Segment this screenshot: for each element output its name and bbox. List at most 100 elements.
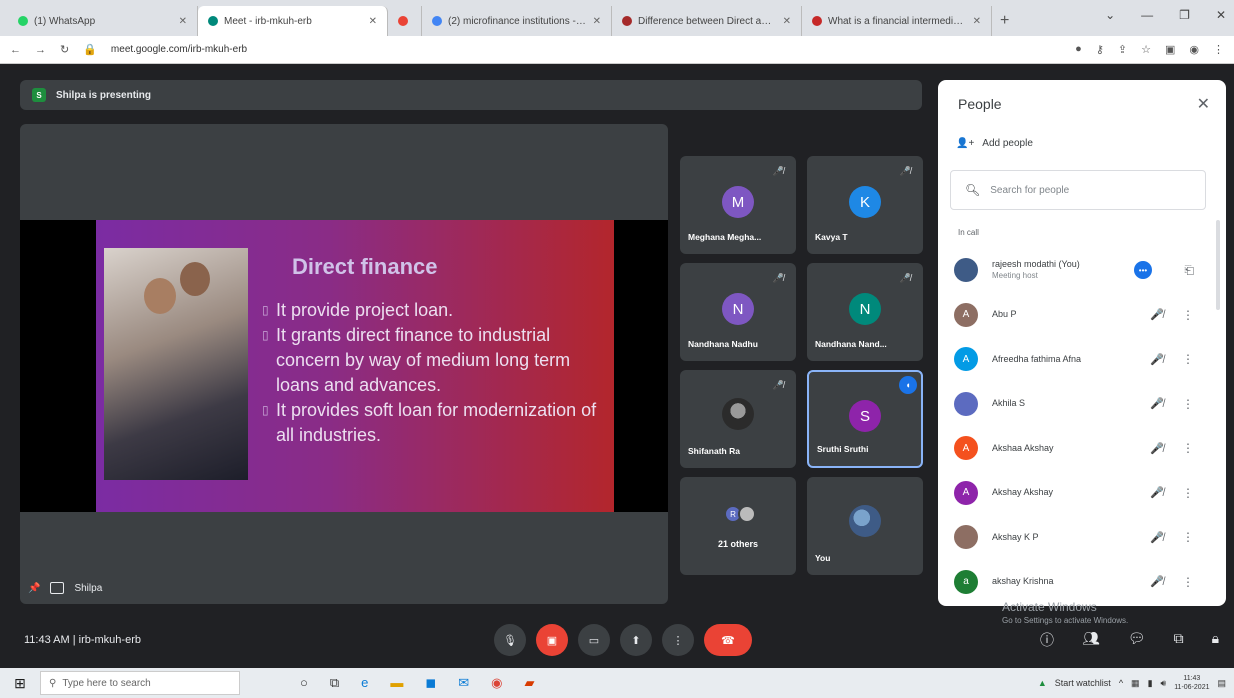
tab-strip: (1) WhatsApp ✕ Meet - irb-mkuh-erb ✕ (2) mic…: [8, 6, 992, 36]
forward-icon[interactable]: →: [35, 44, 46, 56]
participant-tile[interactable]: 🎤̸ K Kavya T: [807, 156, 923, 254]
notification-icon[interactable]: ▤: [1217, 678, 1226, 689]
file-explorer-icon[interactable]: ▬: [390, 675, 403, 691]
more-options-icon[interactable]: ⋮: [1182, 352, 1194, 366]
tab-favicon-icon: [622, 16, 632, 26]
menu-icon[interactable]: ⋮: [1213, 43, 1224, 56]
leave-call-button[interactable]: ☎: [704, 624, 752, 656]
people-list-item[interactable]: A Abu P 🎤̸ ⋮: [938, 293, 1226, 338]
people-list-item[interactable]: rajeesh modathi (You) Meeting host ••• ⎗: [938, 248, 1226, 293]
participant-tile[interactable]: 🎤̸ Shifanath Ra: [680, 370, 796, 468]
task-view-icon[interactable]: ⧉: [330, 675, 339, 691]
browser-tab[interactable]: Difference between Direct and I ✕: [612, 6, 802, 36]
tile-name: Sruthi Sruthi: [817, 444, 869, 454]
cortana-icon[interactable]: ○: [300, 675, 308, 691]
more-options-icon[interactable]: ⋮: [1182, 441, 1194, 455]
clock-time: 11:43: [1183, 675, 1201, 682]
chrome-icon[interactable]: ◉: [491, 675, 502, 691]
chat-icon[interactable]: 💬︎: [1128, 630, 1146, 650]
windows-start-icon[interactable]: ⊞: [0, 668, 40, 698]
info-icon[interactable]: ⓘ: [1040, 630, 1054, 650]
browser-tab[interactable]: What is a financial intermediary ✕: [802, 6, 992, 36]
more-options-icon[interactable]: ⋮: [1182, 575, 1194, 589]
people-list-item[interactable]: a akshay Krishna 🎤̸ ⋮: [938, 560, 1226, 605]
minimize-button[interactable]: —: [1141, 8, 1153, 22]
clock[interactable]: 11:43 11-06-2021: [1174, 674, 1209, 692]
search-icon: 🔍︎: [965, 183, 981, 197]
share-icon[interactable]: ⇪: [1118, 43, 1127, 56]
reload-icon[interactable]: ↻: [60, 43, 69, 56]
bullet-text: It provide project loan.: [276, 300, 454, 320]
pin-icon[interactable]: 📌: [28, 583, 40, 594]
more-options-icon[interactable]: ⋮: [1182, 486, 1194, 500]
captions-button[interactable]: ▭: [578, 624, 610, 656]
key-icon[interactable]: ⚷: [1096, 43, 1104, 56]
close-icon[interactable]: ✕: [1197, 94, 1210, 114]
taskbar-search-input[interactable]: ⚲ Type here to search: [40, 671, 240, 695]
browser-tab[interactable]: (1) WhatsApp ✕: [8, 6, 198, 36]
volume-icon[interactable]: 🔊︎: [1161, 678, 1167, 689]
people-list-item[interactable]: Akhila S 🎤̸ ⋮: [938, 382, 1226, 427]
tab-close-icon[interactable]: ✕: [369, 16, 377, 27]
new-tab-button[interactable]: +: [992, 6, 1017, 36]
camera-icon[interactable]: ●: [1075, 43, 1082, 56]
more-options-icon[interactable]: ⋮: [1182, 530, 1194, 544]
extensions-icon[interactable]: ▣: [1165, 43, 1175, 56]
browser-tab[interactable]: (2) microfinance institutions - Google S…: [422, 6, 612, 36]
person-name-block: Akhila S: [992, 398, 1025, 409]
mic-button[interactable]: 🎙︎: [494, 624, 526, 656]
tray-text[interactable]: Start watchlist: [1055, 678, 1111, 688]
others-avatars: R: [724, 505, 756, 523]
slide-bullets: ▯ It provide project loan. ▯ It grants dir…: [262, 298, 602, 448]
lock-icon[interactable]: 🔒︎: [1212, 630, 1219, 650]
tab-close-icon[interactable]: ✕: [593, 16, 601, 27]
pin-icon[interactable]: ⎗: [1184, 263, 1194, 278]
mail-icon[interactable]: ✉: [458, 675, 469, 691]
restore-button[interactable]: ❐: [1179, 8, 1190, 22]
more-options-button[interactable]: ⋮: [662, 624, 694, 656]
presentation-stage: Direct finance ▯ It provide project loan.…: [20, 124, 668, 604]
more-options-icon[interactable]: ⋮: [1182, 308, 1194, 322]
self-tile[interactable]: You: [807, 477, 923, 575]
participant-tile[interactable]: 🎤̸ M Meghana Megha...: [680, 156, 796, 254]
participant-tile[interactable]: 🎤̸ N Nandhana Nadhu: [680, 263, 796, 361]
present-button[interactable]: ⬆: [620, 624, 652, 656]
star-icon[interactable]: ☆: [1141, 43, 1151, 56]
people-list-item[interactable]: A Akshay Akshay 🎤̸ ⋮: [938, 471, 1226, 516]
edge-icon[interactable]: e: [361, 675, 368, 691]
more-options-icon[interactable]: ⋮: [1182, 397, 1194, 411]
store-icon[interactable]: ◼: [425, 675, 436, 691]
people-list-item[interactable]: A Afreedha fathima Afna 🎤̸ ⋮: [938, 337, 1226, 382]
camera-off-button[interactable]: ▣: [536, 624, 568, 656]
close-window-button[interactable]: ✕: [1216, 8, 1226, 22]
participant-tile-speaking[interactable]: ◖ S Sruthi Sruthi: [807, 370, 923, 468]
tab-close-icon[interactable]: ✕: [783, 16, 791, 27]
person-name-block: Akshaa Akshay: [992, 443, 1054, 454]
tab-close-icon[interactable]: ✕: [973, 16, 981, 27]
activities-icon[interactable]: ⧉: [1174, 630, 1184, 650]
person-name: Akhila S: [992, 398, 1026, 409]
browser-tab[interactable]: Meet - irb-mkuh-erb ✕: [198, 6, 388, 36]
browser-tab[interactable]: [388, 6, 422, 36]
tab-close-icon[interactable]: ✕: [179, 16, 187, 27]
profile-icon[interactable]: ◉: [1189, 43, 1199, 56]
taskbar-search-placeholder: Type here to search: [62, 677, 151, 689]
network-icon[interactable]: ▦: [1131, 678, 1140, 689]
others-tile[interactable]: R 21 others: [680, 477, 796, 575]
people-list-item[interactable]: Akshay K P 🎤̸ ⋮: [938, 515, 1226, 560]
back-icon[interactable]: ←: [10, 44, 21, 56]
people-panel: People ✕ 👤+ Add people 🔍︎ Search for peo…: [938, 80, 1226, 606]
people-list-item[interactable]: A Akshaa Akshay 🎤̸ ⋮: [938, 426, 1226, 471]
people-icon[interactable]: 👥︎: [1082, 630, 1100, 650]
battery-icon[interactable]: ▮: [1148, 678, 1153, 689]
tab-search-icon[interactable]: ⌄: [1105, 8, 1115, 22]
add-people-button[interactable]: 👤+ Add people: [956, 138, 1033, 149]
url-field[interactable]: meet.google.com/irb-mkuh-erb: [111, 44, 1061, 55]
tray-arrow-icon[interactable]: ^: [1119, 678, 1123, 688]
scrollbar[interactable]: [1216, 220, 1220, 310]
office-icon[interactable]: ▰: [524, 675, 534, 691]
avatar: K: [849, 186, 881, 218]
avatar: A: [954, 347, 978, 372]
people-search-input[interactable]: 🔍︎ Search for people: [950, 170, 1206, 210]
participant-tile[interactable]: 🎤̸ N Nandhana Nand...: [807, 263, 923, 361]
